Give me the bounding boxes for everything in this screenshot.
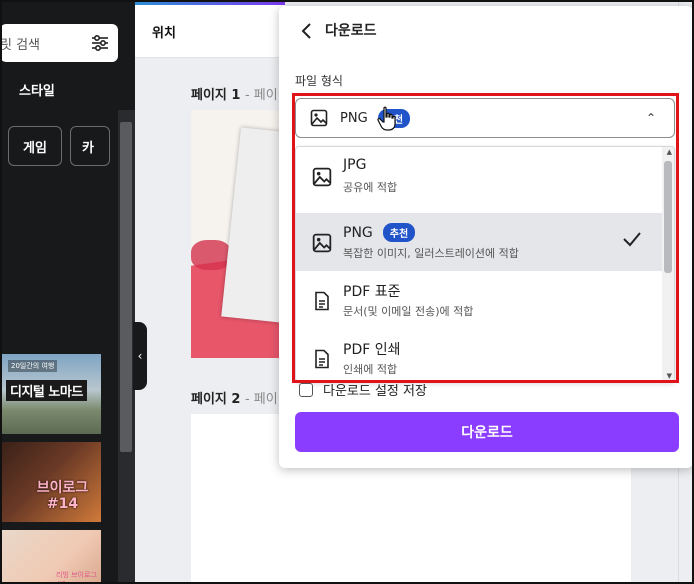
save-settings-row[interactable]: 다운로드 설정 저장 — [299, 380, 427, 399]
chevron-up-icon: ⌃ — [645, 111, 656, 125]
option-name: PNG 추천 — [343, 223, 416, 242]
hand-cursor-icon — [377, 106, 396, 131]
file-format-label: 파일 형식 — [295, 74, 343, 88]
checkmark-icon — [623, 232, 641, 247]
style-heading: 스타일 — [19, 84, 55, 99]
recommended-badge: 추천 — [382, 223, 416, 242]
scroll-down-icon[interactable]: ▼ — [667, 372, 672, 380]
design-shape — [191, 240, 231, 270]
download-panel: 다운로드 파일 형식 PNG 추천 ⌃ JPG 공유에 적합 — [279, 6, 692, 468]
format-option-pdf-print[interactable]: PDF 인쇄 인쇄에 적합 — [296, 329, 662, 381]
option-description: 공유에 적합 — [343, 181, 398, 194]
option-name: JPG — [343, 157, 367, 173]
search-placeholder: 릿 검색 — [0, 37, 41, 53]
page-1-title[interactable]: 페이지 1 - 페이 — [191, 84, 278, 103]
page-2-subtitle: - 페이 — [244, 392, 278, 407]
page-2-title[interactable]: 페이지 2 - 페이 — [191, 388, 278, 407]
scroll-up-icon[interactable]: ▲ — [667, 148, 672, 156]
image-icon — [312, 167, 332, 187]
format-dropdown-list: JPG 공유에 적합 PNG 추천 복잡한 이미지, 일러스트레이션에 적합 P… — [295, 146, 675, 382]
format-option-pdf-standard[interactable]: PDF 표준 문서(및 이메일 전송)에 적합 — [296, 271, 662, 329]
dropdown-scrollbar[interactable]: ▲ ▼ — [662, 147, 674, 381]
template-thumbnail[interactable]: 브이로그 #14 — [2, 442, 101, 522]
image-icon — [310, 109, 328, 127]
option-description: 인쇄에 적합 — [343, 363, 398, 376]
option-description: 문서(및 이메일 전송)에 적합 — [343, 305, 474, 318]
back-arrow-icon[interactable] — [299, 22, 315, 40]
chip-game[interactable]: 게임 — [8, 126, 62, 166]
topbar-accent — [135, 2, 285, 5]
page-1-subtitle: - 페이 — [244, 88, 278, 103]
selected-format: PNG — [340, 110, 368, 126]
option-name: PDF 인쇄 — [343, 342, 401, 358]
page-2-label: 페이지 2 — [191, 392, 241, 407]
thumbnail-tag: 20일간의 여행 — [8, 360, 58, 372]
thumbnail-title: 리빙 브이로그 #? — [56, 571, 97, 584]
option-description: 복잡한 이미지, 일러스트레이션에 적합 — [343, 247, 519, 260]
download-button[interactable]: 다운로드 — [295, 412, 679, 452]
chevron-left-icon: ‹ — [137, 349, 143, 363]
save-settings-label: 다운로드 설정 저장 — [323, 384, 427, 399]
template-thumbnail[interactable]: 20일간의 여행 디지털 노마드 — [2, 354, 101, 434]
option-name: PDF 표준 — [343, 284, 401, 300]
page-1-label: 페이지 1 — [191, 88, 241, 103]
collapse-panel-button[interactable]: ‹ — [133, 322, 147, 390]
sidebar-scrollbar-thumb[interactable] — [120, 122, 132, 452]
document-icon — [315, 291, 329, 311]
page-1-canvas[interactable] — [191, 110, 291, 358]
template-search-input[interactable]: 릿 검색 — [0, 24, 118, 62]
format-option-jpg[interactable]: JPG 공유에 적합 — [296, 147, 662, 205]
document-icon — [315, 349, 329, 369]
thumbnail-title: 브이로그 #14 — [36, 480, 89, 512]
chip-more[interactable]: 카 — [70, 126, 110, 166]
app-window: 릿 검색 스타일 게임 카 20일간의 여행 디지털 노마드 브이로그 #14 … — [0, 0, 694, 584]
dropdown-scrollbar-thumb[interactable] — [664, 161, 672, 273]
template-thumbnail[interactable]: 리빙 브이로그 #? — [2, 530, 101, 584]
file-format-select[interactable]: PNG 추천 ⌃ — [295, 98, 675, 138]
position-button[interactable]: 위치 — [152, 22, 176, 41]
image-icon — [312, 233, 332, 253]
thumbnail-title: 디지털 노마드 — [6, 380, 87, 401]
format-option-png[interactable]: PNG 추천 복잡한 이미지, 일러스트레이션에 적합 — [296, 213, 662, 271]
panel-title: 다운로드 — [325, 23, 377, 39]
filter-icon[interactable] — [90, 33, 110, 53]
save-settings-checkbox[interactable] — [299, 382, 313, 397]
left-sidebar: 릿 검색 스타일 게임 카 20일간의 여행 디지털 노마드 브이로그 #14 … — [0, 2, 135, 584]
option-name-text: PNG — [343, 224, 373, 241]
